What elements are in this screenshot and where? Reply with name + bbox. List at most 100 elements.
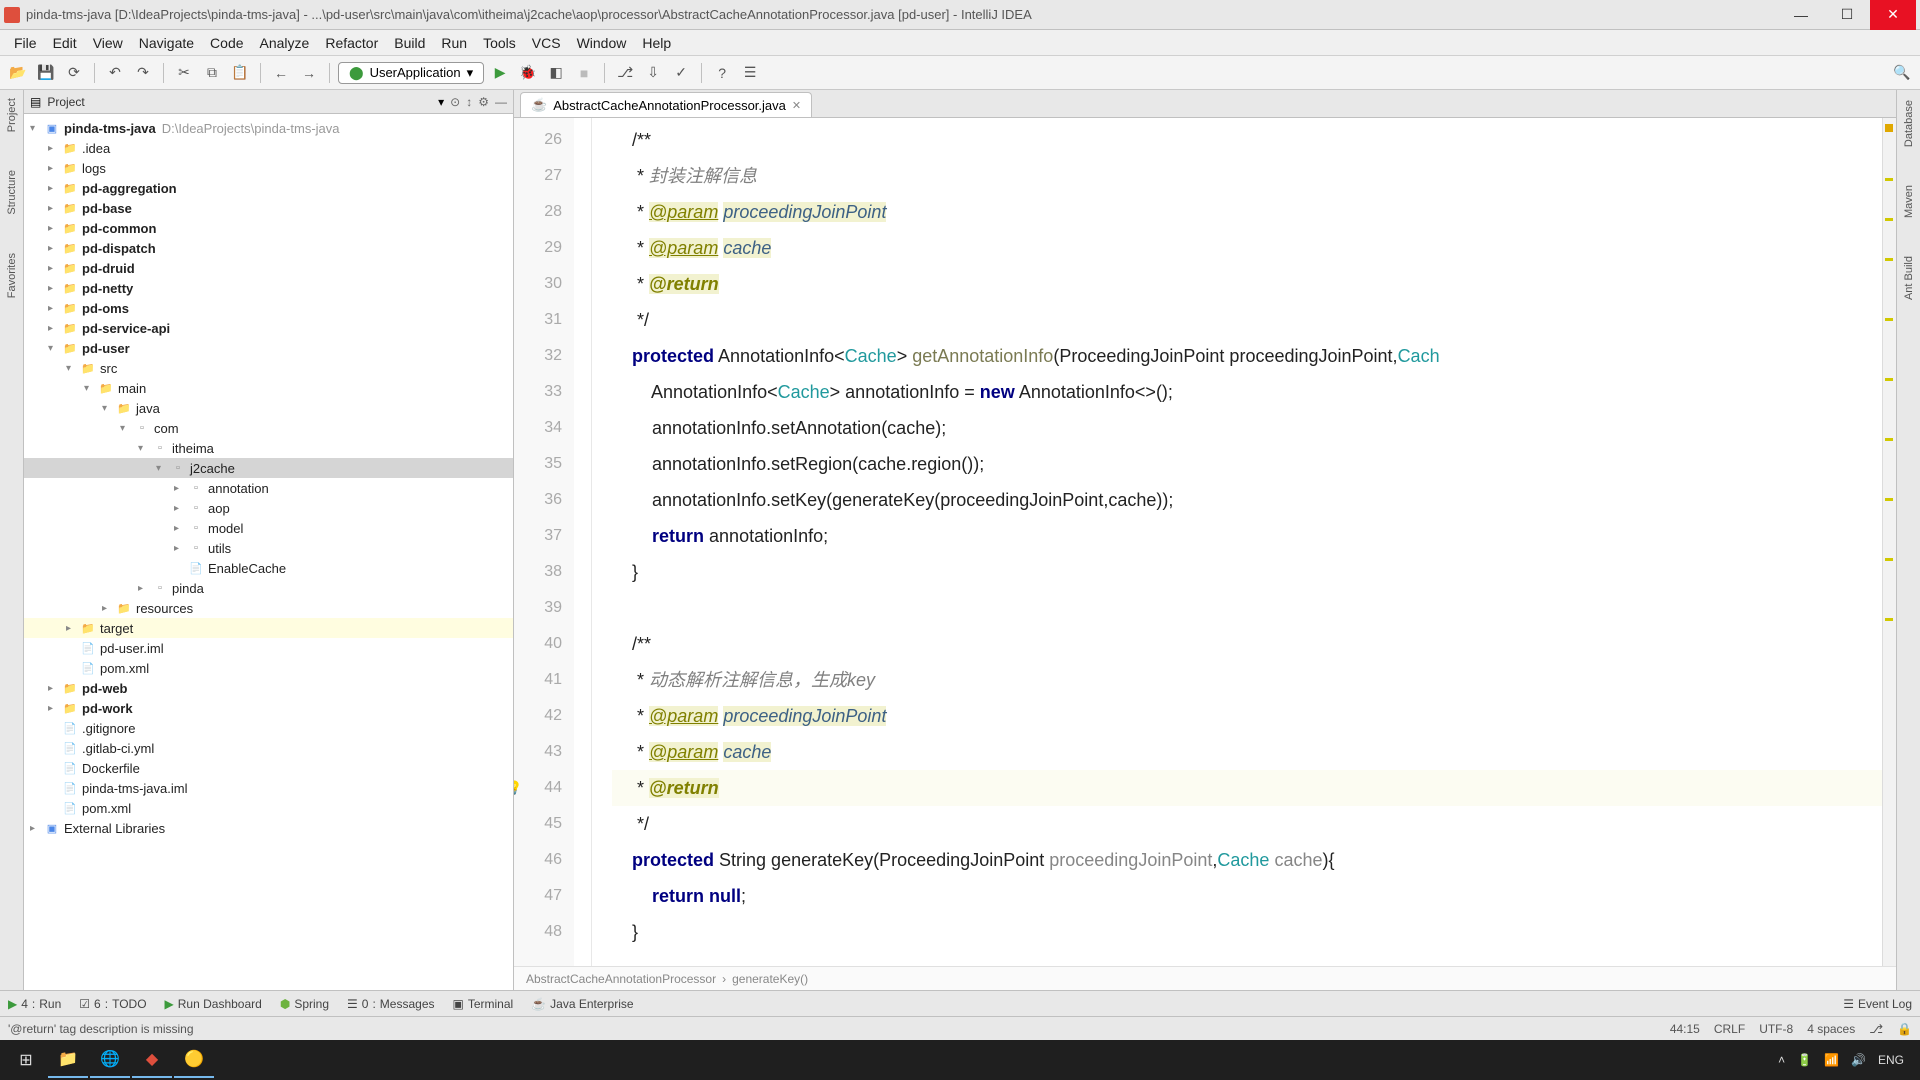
tree-item-pd-oms[interactable]: ▸📁pd-oms [24,298,513,318]
maximize-button[interactable]: ☐ [1824,0,1870,30]
close-button[interactable]: ✕ [1870,0,1916,30]
rail-project[interactable]: Project [6,94,18,136]
tree-item-resources[interactable]: ▸📁resources [24,598,513,618]
run-button[interactable]: ▶ [488,61,512,85]
tree-item-pd-web[interactable]: ▸📁pd-web [24,678,513,698]
tree-item--gitlab-ci-yml[interactable]: 📄.gitlab-ci.yml [24,738,513,758]
debug-button[interactable]: 🐞 [516,61,540,85]
tree-item-aop[interactable]: ▸▫aop [24,498,513,518]
todo-tool[interactable]: ☑6:TODO [79,997,146,1011]
tree-item-pinda-tms-java-iml[interactable]: 📄pinda-tms-java.iml [24,778,513,798]
tree-item-target[interactable]: ▸📁target [24,618,513,638]
tree-item--idea[interactable]: ▸📁.idea [24,138,513,158]
project-tree[interactable]: ▾▣pinda-tms-javaD:\IdeaProjects\pinda-tm… [24,114,513,842]
run-config-selector[interactable]: ⬤ UserApplication ▾ [338,62,484,84]
minimize-button[interactable]: — [1778,0,1824,30]
messages-tool[interactable]: ☰0:Messages [347,997,435,1011]
tree-item-annotation[interactable]: ▸▫annotation [24,478,513,498]
code-editor[interactable]: /** * 封装注解信息 * @param proceedingJoinPoin… [592,118,1882,966]
refresh-icon[interactable]: ⟳ [62,61,86,85]
tree-item-enablecache[interactable]: 📄EnableCache [24,558,513,578]
menu-edit[interactable]: Edit [45,33,85,53]
cut-icon[interactable]: ✂ [172,61,196,85]
tree-item-pd-user-iml[interactable]: 📄pd-user.iml [24,638,513,658]
tree-item-main[interactable]: ▾📁main [24,378,513,398]
undo-icon[interactable]: ↶ [103,61,127,85]
tree-item-com[interactable]: ▾▫com [24,418,513,438]
tree-item-java[interactable]: ▾📁java [24,398,513,418]
open-icon[interactable]: 📂 [6,61,30,85]
lock-icon[interactable]: 🔒 [1897,1022,1912,1036]
close-tab-icon[interactable]: ✕ [792,99,801,112]
update-icon[interactable]: ⇩ [641,61,665,85]
error-stripe[interactable] [1882,118,1896,966]
redo-icon[interactable]: ↷ [131,61,155,85]
run-dashboard-tool[interactable]: ▶Run Dashboard [165,997,262,1011]
indent[interactable]: 4 spaces [1807,1022,1855,1036]
gear-icon[interactable]: ⚙ [478,95,489,109]
tree-item-pd-base[interactable]: ▸📁pd-base [24,198,513,218]
tree-item-pom-xml[interactable]: 📄pom.xml [24,658,513,678]
battery-icon[interactable]: 🔋 [1797,1053,1812,1067]
tree-item-pd-dispatch[interactable]: ▸📁pd-dispatch [24,238,513,258]
menu-run[interactable]: Run [433,33,475,53]
tree-item-pd-service-api[interactable]: ▸📁pd-service-api [24,318,513,338]
git-branch-icon[interactable]: ⎇ [1869,1022,1883,1036]
tree-item--gitignore[interactable]: 📄.gitignore [24,718,513,738]
javaee-tool[interactable]: ☕Java Enterprise [531,997,633,1011]
menu-navigate[interactable]: Navigate [131,33,202,53]
menu-vcs[interactable]: VCS [524,33,569,53]
terminal-tool[interactable]: ▣Terminal [453,997,514,1011]
menu-refactor[interactable]: Refactor [317,33,386,53]
tree-item-pd-user[interactable]: ▾📁pd-user [24,338,513,358]
collapse-icon[interactable]: ↕ [466,95,472,109]
encoding[interactable]: UTF-8 [1759,1022,1793,1036]
tree-item-logs[interactable]: ▸📁logs [24,158,513,178]
breadcrumb-item[interactable]: generateKey() [732,972,808,986]
tree-item-external-libraries[interactable]: ▸▣External Libraries [24,818,513,838]
editor-tab[interactable]: ☕ AbstractCacheAnnotationProcessor.java … [520,92,812,117]
commit-icon[interactable]: ✓ [669,61,693,85]
menu-view[interactable]: View [85,33,131,53]
event-log-tool[interactable]: ☰Event Log [1843,997,1912,1011]
menu-file[interactable]: File [6,33,45,53]
wifi-icon[interactable]: 📶 [1824,1053,1839,1067]
hide-icon[interactable]: — [495,95,507,109]
tree-item-src[interactable]: ▾📁src [24,358,513,378]
save-icon[interactable]: 💾 [34,61,58,85]
tree-item-model[interactable]: ▸▫model [24,518,513,538]
tree-item-pinda[interactable]: ▸▫pinda [24,578,513,598]
menu-window[interactable]: Window [569,33,635,53]
tree-item-pd-netty[interactable]: ▸📁pd-netty [24,278,513,298]
rail-structure[interactable]: Structure [6,166,18,219]
search-everywhere-icon[interactable]: 🔍 [1890,61,1914,85]
menu-help[interactable]: Help [634,33,679,53]
edge-icon[interactable]: 🌐 [90,1042,130,1078]
tree-item-pd-work[interactable]: ▸📁pd-work [24,698,513,718]
forward-icon[interactable]: → [297,61,321,85]
vcs-icon[interactable]: ⎇ [613,61,637,85]
tree-item-j2cache[interactable]: ▾▫j2cache [24,458,513,478]
input-lang[interactable]: ENG [1878,1053,1904,1067]
menu-analyze[interactable]: Analyze [252,33,318,53]
tree-item-dockerfile[interactable]: 📄Dockerfile [24,758,513,778]
breadcrumb-item[interactable]: AbstractCacheAnnotationProcessor [526,972,716,986]
coverage-icon[interactable]: ◧ [544,61,568,85]
spring-tool[interactable]: ⬢Spring [280,997,329,1011]
tree-item-pom-xml[interactable]: 📄pom.xml [24,798,513,818]
locate-icon[interactable]: ⊙ [450,95,460,109]
fold-column[interactable] [574,118,592,966]
chevron-down-icon[interactable]: ▾ [438,95,444,109]
tree-item-pd-druid[interactable]: ▸📁pd-druid [24,258,513,278]
back-icon[interactable]: ← [269,61,293,85]
rail-favorites[interactable]: Favorites [6,249,18,302]
tray-chevron-icon[interactable]: ˄ [1778,1053,1785,1067]
volume-icon[interactable]: 🔊 [1851,1053,1866,1067]
tree-item-utils[interactable]: ▸▫utils [24,538,513,558]
help-icon[interactable]: ? [710,61,734,85]
tree-item-pd-common[interactable]: ▸📁pd-common [24,218,513,238]
tree-item-pd-aggregation[interactable]: ▸📁pd-aggregation [24,178,513,198]
rail-database[interactable]: Database [1903,96,1915,151]
rail-maven[interactable]: Maven [1903,181,1915,222]
structure-icon[interactable]: ☰ [738,61,762,85]
